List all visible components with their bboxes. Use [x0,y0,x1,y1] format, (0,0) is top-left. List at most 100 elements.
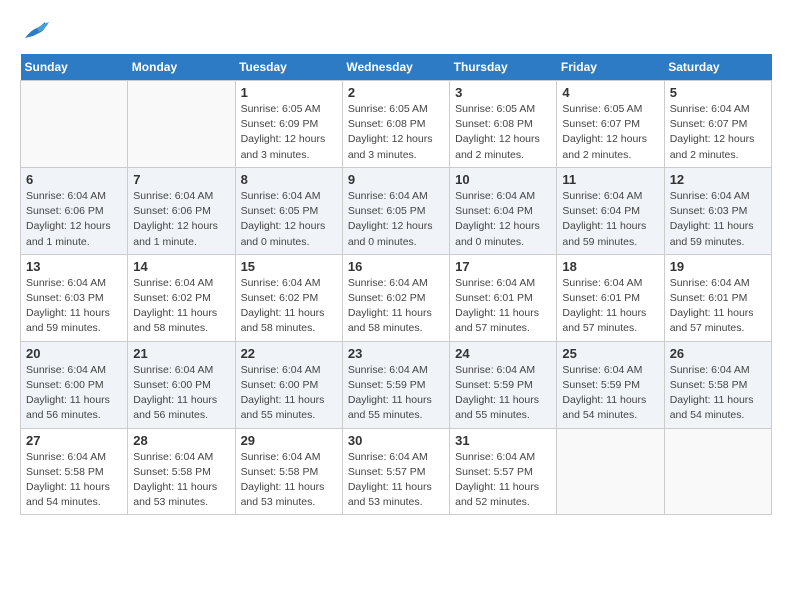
calendar-cell: 14 Sunrise: 6:04 AM Sunset: 6:02 PM Dayli… [128,254,235,341]
calendar-cell: 31 Sunrise: 6:04 AM Sunset: 5:57 PM Dayli… [450,428,557,515]
day-number: 29 [241,433,337,448]
calendar-header-row: SundayMondayTuesdayWednesdayThursdayFrid… [21,54,772,81]
day-detail: Sunrise: 6:04 AM Sunset: 6:06 PM Dayligh… [26,189,122,250]
calendar-cell: 25Sunrise: 6:04 AM Sunset: 5:59 PM Dayli… [557,341,664,428]
page-header [20,20,772,44]
column-header-saturday: Saturday [664,54,771,81]
logo-bird-icon [23,20,51,42]
day-detail: Sunrise: 6:04 AM Sunset: 6:00 PM Dayligh… [133,363,229,424]
day-detail: Sunrise: 6:04 AM Sunset: 6:03 PM Dayligh… [670,189,766,250]
day-detail: Sunrise: 6:04 AM Sunset: 6:01 PM Dayligh… [455,276,551,337]
day-number: 13 [26,259,122,274]
column-header-friday: Friday [557,54,664,81]
day-number: 24 [455,346,551,361]
day-detail: Sunrise: 6:04 AM Sunset: 5:58 PM Dayligh… [133,450,229,511]
calendar-cell: 13 Sunrise: 6:04 AM Sunset: 6:03 PM Dayli… [21,254,128,341]
day-number: 22 [241,346,337,361]
calendar-cell: 21Sunrise: 6:04 AM Sunset: 6:00 PM Dayli… [128,341,235,428]
day-detail: Sunrise: 6:05 AM Sunset: 6:08 PM Dayligh… [455,102,551,163]
day-number: 25 [562,346,658,361]
calendar-cell: 28 Sunrise: 6:04 AM Sunset: 5:58 PM Dayli… [128,428,235,515]
calendar-cell [21,81,128,168]
day-number: 4 [562,85,658,100]
column-header-wednesday: Wednesday [342,54,449,81]
day-number: 19 [670,259,766,274]
calendar-cell [557,428,664,515]
day-number: 12 [670,172,766,187]
day-number: 8 [241,172,337,187]
calendar-cell: 20 Sunrise: 6:04 AM Sunset: 6:00 PM Dayli… [21,341,128,428]
day-detail: Sunrise: 6:04 AM Sunset: 5:57 PM Dayligh… [455,450,551,511]
day-detail: Sunrise: 6:05 AM Sunset: 6:07 PM Dayligh… [562,102,658,163]
day-detail: Sunrise: 6:04 AM Sunset: 6:02 PM Dayligh… [348,276,444,337]
column-header-sunday: Sunday [21,54,128,81]
day-detail: Sunrise: 6:04 AM Sunset: 5:58 PM Dayligh… [241,450,337,511]
day-number: 2 [348,85,444,100]
day-number: 3 [455,85,551,100]
day-detail: Sunrise: 6:04 AM Sunset: 5:58 PM Dayligh… [26,450,122,511]
day-detail: Sunrise: 6:04 AM Sunset: 6:04 PM Dayligh… [562,189,658,250]
day-number: 18 [562,259,658,274]
calendar-cell: 16 Sunrise: 6:04 AM Sunset: 6:02 PM Dayli… [342,254,449,341]
calendar-cell [664,428,771,515]
day-detail: Sunrise: 6:05 AM Sunset: 6:09 PM Dayligh… [241,102,337,163]
calendar-week-row: 6Sunrise: 6:04 AM Sunset: 6:06 PM Daylig… [21,167,772,254]
day-number: 11 [562,172,658,187]
calendar-cell: 23 Sunrise: 6:04 AM Sunset: 5:59 PM Dayli… [342,341,449,428]
calendar-week-row: 20 Sunrise: 6:04 AM Sunset: 6:00 PM Dayli… [21,341,772,428]
day-number: 23 [348,346,444,361]
day-detail: Sunrise: 6:04 AM Sunset: 5:59 PM Dayligh… [455,363,551,424]
day-number: 26 [670,346,766,361]
day-detail: Sunrise: 6:04 AM Sunset: 6:06 PM Dayligh… [133,189,229,250]
day-number: 14 [133,259,229,274]
day-number: 9 [348,172,444,187]
day-detail: Sunrise: 6:04 AM Sunset: 6:03 PM Dayligh… [26,276,122,337]
calendar-cell: 9Sunrise: 6:04 AM Sunset: 6:05 PM Daylig… [342,167,449,254]
calendar-cell: 17Sunrise: 6:04 AM Sunset: 6:01 PM Dayli… [450,254,557,341]
day-number: 27 [26,433,122,448]
day-detail: Sunrise: 6:04 AM Sunset: 6:00 PM Dayligh… [241,363,337,424]
day-detail: Sunrise: 6:04 AM Sunset: 6:01 PM Dayligh… [670,276,766,337]
day-detail: Sunrise: 6:04 AM Sunset: 5:59 PM Dayligh… [348,363,444,424]
column-header-thursday: Thursday [450,54,557,81]
calendar-table: SundayMondayTuesdayWednesdayThursdayFrid… [20,54,772,515]
calendar-cell: 24 Sunrise: 6:04 AM Sunset: 5:59 PM Dayli… [450,341,557,428]
day-detail: Sunrise: 6:04 AM Sunset: 6:02 PM Dayligh… [241,276,337,337]
column-header-tuesday: Tuesday [235,54,342,81]
day-number: 31 [455,433,551,448]
calendar-cell: 19 Sunrise: 6:04 AM Sunset: 6:01 PM Dayli… [664,254,771,341]
calendar-cell [128,81,235,168]
day-number: 15 [241,259,337,274]
calendar-week-row: 27 Sunrise: 6:04 AM Sunset: 5:58 PM Dayli… [21,428,772,515]
day-detail: Sunrise: 6:04 AM Sunset: 6:07 PM Dayligh… [670,102,766,163]
calendar-cell: 6Sunrise: 6:04 AM Sunset: 6:06 PM Daylig… [21,167,128,254]
calendar-cell: 8 Sunrise: 6:04 AM Sunset: 6:05 PM Daylig… [235,167,342,254]
day-number: 20 [26,346,122,361]
column-header-monday: Monday [128,54,235,81]
day-detail: Sunrise: 6:04 AM Sunset: 6:00 PM Dayligh… [26,363,122,424]
day-number: 30 [348,433,444,448]
day-detail: Sunrise: 6:04 AM Sunset: 6:01 PM Dayligh… [562,276,658,337]
day-detail: Sunrise: 6:04 AM Sunset: 6:02 PM Dayligh… [133,276,229,337]
calendar-cell: 29 Sunrise: 6:04 AM Sunset: 5:58 PM Dayli… [235,428,342,515]
day-detail: Sunrise: 6:04 AM Sunset: 6:04 PM Dayligh… [455,189,551,250]
calendar-cell: 11 Sunrise: 6:04 AM Sunset: 6:04 PM Dayli… [557,167,664,254]
day-number: 16 [348,259,444,274]
day-number: 7 [133,172,229,187]
day-number: 28 [133,433,229,448]
day-detail: Sunrise: 6:04 AM Sunset: 6:05 PM Dayligh… [241,189,337,250]
day-number: 5 [670,85,766,100]
calendar-cell: 5 Sunrise: 6:04 AM Sunset: 6:07 PM Daylig… [664,81,771,168]
calendar-week-row: 13 Sunrise: 6:04 AM Sunset: 6:03 PM Dayli… [21,254,772,341]
calendar-cell: 7 Sunrise: 6:04 AM Sunset: 6:06 PM Daylig… [128,167,235,254]
calendar-cell: 2 Sunrise: 6:05 AM Sunset: 6:08 PM Daylig… [342,81,449,168]
calendar-cell: 15 Sunrise: 6:04 AM Sunset: 6:02 PM Dayli… [235,254,342,341]
calendar-cell: 3 Sunrise: 6:05 AM Sunset: 6:08 PM Daylig… [450,81,557,168]
calendar-cell: 1Sunrise: 6:05 AM Sunset: 6:09 PM Daylig… [235,81,342,168]
calendar-cell: 22 Sunrise: 6:04 AM Sunset: 6:00 PM Dayli… [235,341,342,428]
calendar-week-row: 1Sunrise: 6:05 AM Sunset: 6:09 PM Daylig… [21,81,772,168]
calendar-cell: 27 Sunrise: 6:04 AM Sunset: 5:58 PM Dayli… [21,428,128,515]
day-detail: Sunrise: 6:04 AM Sunset: 5:58 PM Dayligh… [670,363,766,424]
day-detail: Sunrise: 6:05 AM Sunset: 6:08 PM Dayligh… [348,102,444,163]
calendar-cell: 10Sunrise: 6:04 AM Sunset: 6:04 PM Dayli… [450,167,557,254]
